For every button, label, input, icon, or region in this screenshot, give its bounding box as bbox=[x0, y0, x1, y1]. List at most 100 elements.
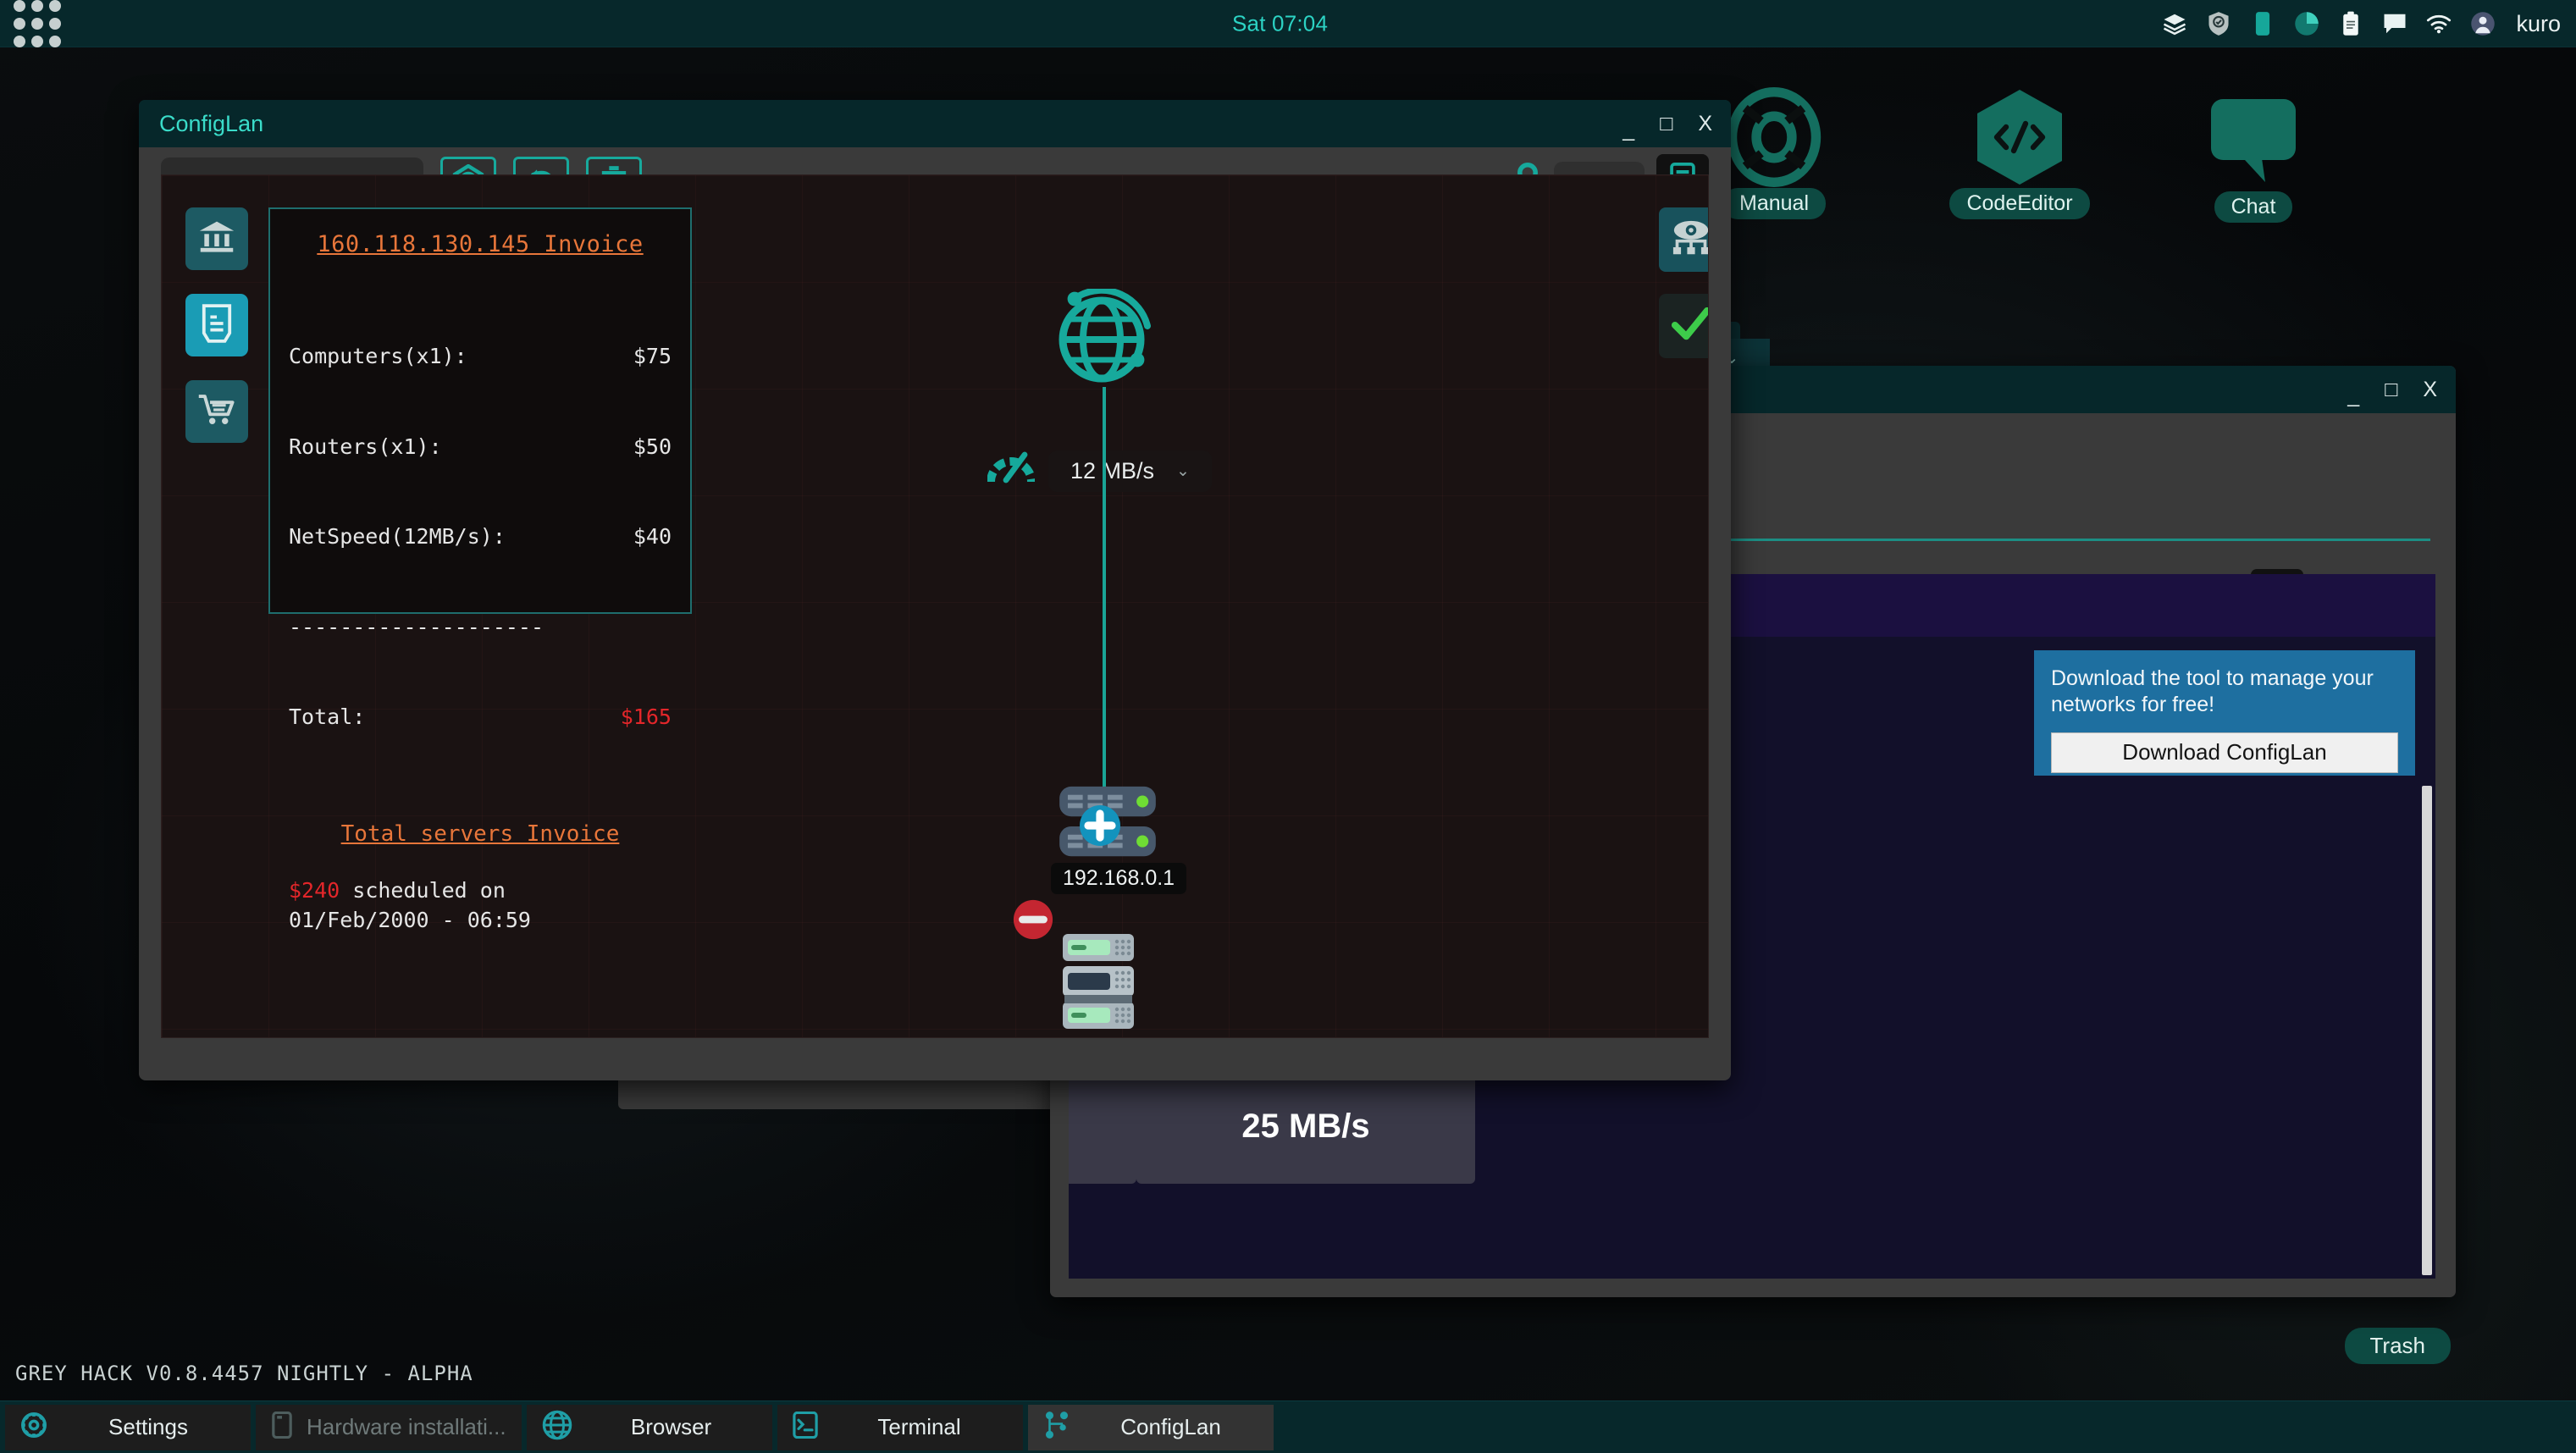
pie-chart-icon[interactable] bbox=[2294, 11, 2319, 36]
bank-icon bbox=[198, 219, 235, 259]
clipboard-icon[interactable] bbox=[2338, 11, 2363, 36]
invoice-line-value: $50 bbox=[633, 434, 672, 459]
invoice-subheading: Total servers Invoice bbox=[340, 820, 620, 847]
server-node[interactable] bbox=[1013, 899, 1136, 1036]
invoice-heading: 160.118.130.145 Invoice bbox=[317, 231, 644, 257]
server-stack-icon bbox=[1061, 934, 1136, 1036]
invoice-line-label: Routers(x1): bbox=[289, 434, 442, 459]
router-node[interactable] bbox=[1056, 783, 1159, 870]
browser-window-controls: _ □ X bbox=[2347, 378, 2437, 406]
invoice-divider: -------------------- bbox=[289, 614, 544, 639]
wifi-icon[interactable] bbox=[2426, 11, 2452, 36]
invoice-line-value: $40 bbox=[633, 524, 672, 549]
invoice-icon bbox=[201, 303, 233, 347]
invoice-total-label: Total: bbox=[289, 704, 366, 729]
node-label: 192.168.0.1 bbox=[1051, 863, 1187, 894]
netspeed-dropdown[interactable]: 12 MB/s ⌄ bbox=[1048, 450, 1212, 492]
chat-icon[interactable] bbox=[2382, 11, 2407, 36]
avatar-icon[interactable] bbox=[2470, 11, 2496, 36]
layers-icon[interactable] bbox=[2162, 11, 2187, 36]
battery-icon[interactable] bbox=[2250, 11, 2275, 36]
configlan-minimize-button[interactable]: _ bbox=[1622, 119, 1634, 141]
pack-speed: 25 MB/s bbox=[1241, 1108, 1370, 1145]
download-configlan-button[interactable]: Download ConfigLan bbox=[2051, 732, 2398, 773]
invoice-line: Routers(x1): $50 bbox=[289, 432, 672, 462]
network-canvas[interactable]: 160.118.130.145 Invoice Computers(x1): $7… bbox=[161, 174, 1709, 1038]
invoice-scheduled-amount: $240 bbox=[289, 877, 340, 903]
invoice-lines: Computers(x1): $75 Routers(x1): $50 NetSpe… bbox=[289, 281, 672, 793]
desktop: Sat 07:04 kuro Manual CodeEditor Chat ⌄ … bbox=[0, 0, 2576, 1453]
desktop-icon-chat[interactable]: Chat bbox=[2173, 95, 2334, 223]
invoice-line-label: Computers(x1): bbox=[289, 344, 467, 368]
invoice-total-value: $165 bbox=[620, 704, 672, 729]
globe-icon bbox=[542, 1410, 572, 1445]
invoice-line-label: NetSpeed(12MB/s): bbox=[289, 524, 506, 549]
taskbar-item-configlan[interactable]: ConfigLan bbox=[1027, 1404, 1274, 1450]
netspeed-value: 12 MB/s bbox=[1070, 458, 1155, 483]
invoice-scheduled-text: scheduled on bbox=[340, 877, 506, 903]
netspeed-selector[interactable]: 12 MB/s ⌄ bbox=[987, 450, 1212, 492]
taskbar-item-label: Hardware installati... bbox=[307, 1414, 506, 1439]
pack-speed: 20 MB/s bbox=[1069, 1108, 1136, 1146]
invoice-panel: 160.118.130.145 Invoice Computers(x1): $7… bbox=[268, 207, 692, 932]
taskbar-item-label: Settings bbox=[108, 1414, 188, 1439]
top-bar: Sat 07:04 kuro bbox=[0, 0, 2576, 47]
globe-icon bbox=[1049, 286, 1158, 392]
taskbar-item-label: ConfigLan bbox=[1120, 1414, 1221, 1439]
page-scrollbar[interactable] bbox=[2422, 786, 2432, 1275]
sidebar-item-shop[interactable] bbox=[185, 380, 248, 443]
configlan-titlebar[interactable]: ConfigLan _ □ X bbox=[139, 100, 1731, 147]
confirm-button[interactable] bbox=[1659, 294, 1708, 358]
internet-node[interactable] bbox=[1049, 286, 1158, 393]
app-grid-icon[interactable] bbox=[14, 0, 61, 47]
taskbar-item-label: Terminal bbox=[877, 1414, 961, 1439]
shopping-cart-icon bbox=[197, 393, 236, 431]
configlan-window[interactable]: ConfigLan _ □ X 160.118.130.145 ⌄ bbox=[139, 100, 1731, 1080]
nodes-icon bbox=[1043, 1411, 1070, 1444]
invoice-scheduled-date: 01/Feb/2000 - 06:59 bbox=[289, 907, 531, 932]
desktop-icon-label: Chat bbox=[2214, 191, 2293, 223]
invoice-schedule: $240 scheduled on 01/Feb/2000 - 06:59 bbox=[289, 876, 672, 935]
check-icon bbox=[1671, 307, 1708, 345]
clock: Sat 07:04 bbox=[1232, 10, 1329, 36]
network-monitor-button[interactable] bbox=[1659, 207, 1708, 272]
invoice-line-value: $75 bbox=[633, 344, 672, 368]
remove-badge[interactable] bbox=[1012, 898, 1054, 945]
sidebar-item-invoice[interactable] bbox=[185, 294, 248, 356]
browser-close-button[interactable]: X bbox=[2423, 378, 2437, 401]
promo-text: Download the tool to manage your network… bbox=[2051, 666, 2374, 717]
browser-minimize-button[interactable]: _ bbox=[2347, 384, 2359, 406]
username-label: kuro bbox=[2516, 10, 2561, 36]
browser-maximize-button[interactable]: □ bbox=[2385, 378, 2397, 401]
desktop-icon-label: CodeEditor bbox=[1949, 188, 2090, 219]
taskbar-item-terminal[interactable]: Terminal bbox=[777, 1404, 1023, 1450]
configlan-close-button[interactable]: X bbox=[1698, 113, 1712, 135]
taskbar: Settings Hardware installati... Browser … bbox=[0, 1401, 2576, 1453]
gear-icon bbox=[20, 1412, 47, 1443]
desktop-icon-codeeditor[interactable]: CodeEditor bbox=[1939, 90, 2100, 219]
desktop-icon-label: Manual bbox=[1722, 188, 1826, 219]
taskbar-item-hardware[interactable]: Hardware installati... bbox=[256, 1404, 522, 1450]
chevron-down-icon: ⌄ bbox=[1176, 462, 1190, 480]
invoice-line: Computers(x1): $75 bbox=[289, 341, 672, 372]
system-tray: kuro bbox=[2162, 0, 2561, 47]
taskbar-item-browser[interactable]: Browser bbox=[526, 1404, 772, 1450]
shield-check-icon[interactable] bbox=[2206, 11, 2231, 36]
trash-button[interactable]: Trash bbox=[2344, 1328, 2451, 1364]
version-text: GREY HACK V0.8.4457 NIGHTLY - ALPHA bbox=[15, 1362, 473, 1385]
invoice-total: Total: $165 bbox=[289, 702, 672, 732]
terminal-icon bbox=[792, 1411, 818, 1443]
download-promo: Download the tool to manage your network… bbox=[2034, 650, 2415, 776]
sidebar-item-bank[interactable] bbox=[185, 207, 248, 270]
invoice-line: NetSpeed(12MB/s): $40 bbox=[289, 522, 672, 552]
add-badge[interactable] bbox=[1078, 804, 1122, 852]
configlan-title: ConfigLan bbox=[159, 110, 264, 136]
code-hexagon-icon bbox=[1939, 90, 2100, 185]
taskbar-item-settings[interactable]: Settings bbox=[5, 1404, 251, 1450]
taskbar-item-label: Browser bbox=[630, 1414, 712, 1439]
network-eye-icon bbox=[1671, 219, 1708, 261]
configlan-window-controls: _ □ X bbox=[1622, 113, 1712, 140]
configlan-maximize-button[interactable]: □ bbox=[1660, 113, 1672, 135]
speech-bubble-icon bbox=[2173, 95, 2334, 186]
hardware-icon bbox=[271, 1411, 293, 1443]
